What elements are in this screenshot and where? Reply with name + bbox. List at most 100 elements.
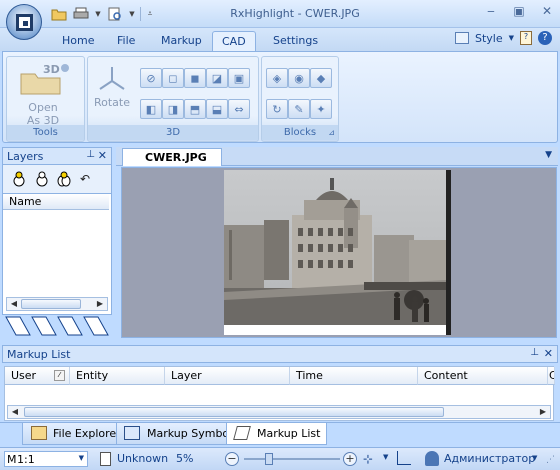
column-header-time[interactable]: Time	[290, 367, 418, 385]
style-icon[interactable]	[454, 32, 469, 44]
ribbon-panel: 3D Open As 3D Tools Rotate ⊘ ◻ ◼ ◪ ▣ ◧ ◨…	[2, 51, 558, 143]
snap-icon[interactable]: ⊹	[363, 452, 373, 466]
markup-list-header: Markup List ⊥ ✕	[2, 345, 558, 363]
markup-symbols-icon	[124, 426, 140, 440]
customize-qat-icon[interactable]: ⩡	[145, 6, 155, 22]
open-as-3d-label-line1: Open	[28, 101, 58, 114]
dialog-launcher-icon[interactable]: ⊿	[328, 125, 335, 140]
layers-column-name[interactable]: Name	[3, 194, 109, 210]
column-header-content[interactable]: Content	[418, 367, 548, 385]
ribbon-right-controls: Style ▼ ? ?	[454, 31, 552, 45]
ortho-icon[interactable]	[397, 451, 411, 465]
restore-icon[interactable]: ▣	[512, 4, 526, 18]
side-tab[interactable]	[5, 316, 31, 336]
application-menu-button[interactable]	[6, 4, 42, 40]
close-icon[interactable]: ✕	[540, 4, 554, 18]
block-rotate-icon[interactable]: ↻	[266, 99, 288, 119]
print-preview-icon[interactable]	[106, 6, 124, 22]
tab-settings[interactable]: Settings	[264, 31, 327, 51]
scroll-right-icon[interactable]: ▶	[536, 406, 550, 418]
3d-render-icon[interactable]: ▣	[228, 68, 250, 88]
open-folder-icon[interactable]	[50, 6, 68, 22]
scale-prefix: M	[7, 453, 17, 466]
open-as-3d-button[interactable]: 3D Open As 3D	[13, 60, 73, 127]
block-attach-icon[interactable]: ◉	[288, 68, 310, 88]
blocks-group: ◈ ◉ ◆ ↻ ✎ ✦ Blocks ⊿	[261, 56, 339, 142]
rotate-button[interactable]: Rotate	[92, 63, 132, 109]
current-user[interactable]: Администратор	[444, 452, 535, 465]
markup-list-table[interactable]: User ⁄ Entity Layer Time Content C ◀ ▶	[4, 366, 555, 421]
document-tab[interactable]: CWER.JPG	[122, 148, 222, 166]
block-attach-green-icon[interactable]: ◆	[310, 68, 332, 88]
3d-top-view-icon[interactable]: ⬒	[184, 99, 206, 119]
layer-off-icon[interactable]	[35, 171, 49, 187]
zoom-slider[interactable]	[244, 458, 340, 460]
dropdown-arrow-icon[interactable]: ▼	[532, 454, 537, 462]
tab-markup-list[interactable]: Markup List	[226, 423, 328, 445]
column-header-c[interactable]: C	[548, 367, 555, 385]
rotate-axes-icon	[99, 67, 125, 90]
tab-cad[interactable]: CAD	[212, 31, 256, 51]
qat-separator	[140, 7, 141, 21]
dropdown-arrow-icon[interactable]: ▼	[128, 6, 136, 22]
layer-on-icon[interactable]	[12, 171, 26, 187]
zoom-percent: 5%	[176, 452, 194, 465]
3d-front-view-icon[interactable]: ◧	[140, 99, 162, 119]
scroll-right-icon[interactable]: ▶	[93, 298, 107, 310]
document-list-dropdown-icon[interactable]: ▼	[545, 150, 552, 160]
scroll-thumb[interactable]	[24, 407, 444, 417]
3d-wireframe-icon[interactable]: ◻	[162, 68, 184, 88]
tab-file[interactable]: File	[108, 31, 144, 51]
pin-icon[interactable]: ⊥	[86, 149, 95, 160]
side-tab[interactable]	[57, 316, 83, 336]
open-3d-icon: 3D	[20, 63, 69, 95]
markup-horizontal-scrollbar[interactable]: ◀ ▶	[7, 405, 551, 419]
side-tab[interactable]	[31, 316, 57, 336]
3d-left-view-icon[interactable]: ◨	[162, 99, 184, 119]
dropdown-arrow-icon[interactable]: ▼	[94, 6, 102, 22]
style-dropdown-icon[interactable]: ▼	[509, 34, 514, 42]
block-edit-icon[interactable]: ✎	[288, 99, 310, 119]
close-panel-icon[interactable]: ✕	[544, 347, 553, 360]
3d-pan-icon[interactable]: ⇔	[228, 99, 250, 119]
tab-markup[interactable]: Markup	[152, 31, 211, 51]
print-icon[interactable]	[72, 6, 90, 22]
layers-panel-title: Layers	[7, 150, 44, 163]
scale-combobox[interactable]: M 1:1 ▼	[4, 451, 88, 467]
style-button[interactable]: Style	[475, 32, 503, 45]
column-header-entity[interactable]: Entity	[70, 367, 165, 385]
3d-no-shading-icon[interactable]: ⊘	[140, 68, 162, 88]
close-panel-icon[interactable]: ✕	[98, 149, 107, 162]
scroll-left-icon[interactable]: ◀	[7, 298, 21, 310]
block-insert-icon[interactable]: ◈	[266, 68, 288, 88]
all-layers-icon[interactable]	[56, 171, 72, 187]
minimize-icon[interactable]: ‒	[484, 4, 498, 18]
rotate-label: Rotate	[93, 96, 130, 109]
filter-icon[interactable]: ⁄	[54, 370, 65, 381]
zoom-slider-thumb[interactable]	[265, 453, 273, 465]
3d-iso-view-icon[interactable]: ⬓	[206, 99, 228, 119]
document-help-icon[interactable]: ?	[520, 31, 532, 45]
scroll-left-icon[interactable]: ◀	[8, 406, 22, 418]
dropdown-arrow-icon[interactable]: ▼	[79, 454, 84, 462]
undo-icon[interactable]: ↶	[80, 172, 90, 186]
help-icon[interactable]: ?	[538, 31, 552, 45]
3d-view-icon[interactable]: ◪	[206, 68, 228, 88]
column-header-layer[interactable]: Layer	[165, 367, 290, 385]
layers-side-tabs	[2, 315, 112, 339]
block-properties-icon[interactable]: ✦	[310, 99, 332, 119]
zoom-out-icon[interactable]: −	[225, 452, 239, 466]
tab-file-explorer[interactable]: File Explorer	[22, 423, 128, 445]
markup-list-icon	[233, 426, 251, 440]
column-header-user[interactable]: User ⁄	[5, 367, 70, 385]
tab-home[interactable]: Home	[53, 31, 103, 51]
dropdown-arrow-icon[interactable]: ▼	[383, 453, 388, 461]
3d-group: Rotate ⊘ ◻ ◼ ◪ ▣ ◧ ◨ ⬒ ⬓ ⇔ 3D	[87, 56, 259, 142]
scroll-thumb[interactable]	[21, 299, 81, 309]
zoom-in-icon[interactable]: +	[343, 452, 357, 466]
pin-icon[interactable]: ⊥	[530, 347, 539, 358]
resize-grip-icon[interactable]: ⋰	[546, 455, 555, 465]
side-tab[interactable]	[83, 316, 109, 336]
3d-box-icon[interactable]: ◼	[184, 68, 206, 88]
layers-horizontal-scrollbar[interactable]: ◀ ▶	[6, 297, 108, 311]
